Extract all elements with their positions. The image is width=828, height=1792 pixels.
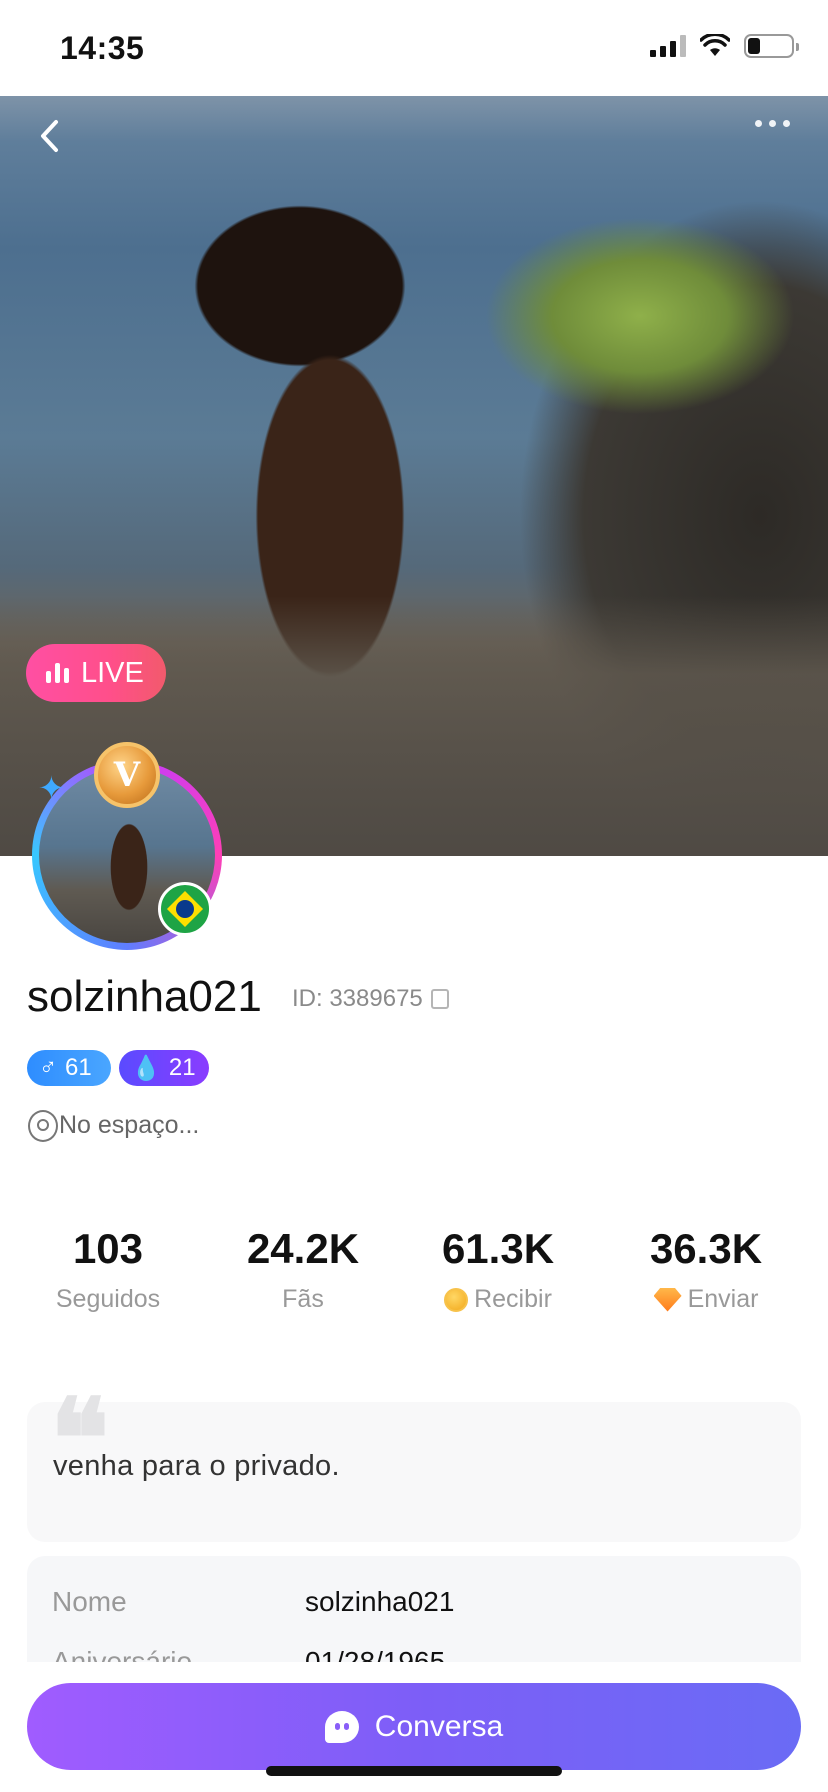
stat-received-value: 61.3K: [441, 1225, 555, 1272]
detail-name-label: Nome: [52, 1586, 127, 1617]
stat-fans-label: Fãs: [282, 1285, 324, 1313]
user-id: ID: 3389675: [292, 985, 455, 1013]
brazil-flag-icon: [158, 882, 212, 936]
vip-badge-icon: V: [94, 742, 160, 808]
battery-icon: [744, 34, 799, 58]
male-icon: ♂: [39, 1054, 57, 1081]
chat-button[interactable]: Conversa: [27, 1683, 801, 1770]
detail-name-value: solzinha021: [305, 1586, 455, 1617]
location-pin-icon: [27, 1110, 58, 1142]
user-id-text: ID: 3389675: [292, 985, 423, 1012]
live-label: LIVE: [81, 656, 144, 689]
male-badge-value: 61: [65, 1054, 92, 1081]
stat-sent[interactable]: 36.3K Enviar: [630, 1225, 782, 1314]
diamond-icon: [653, 1287, 682, 1312]
stat-sent-label: Enviar: [687, 1285, 759, 1313]
stat-following-label: Seguidos: [55, 1285, 161, 1313]
chat-bubble-icon: [324, 1710, 359, 1743]
bio-text: venha para o privado.: [53, 1450, 340, 1482]
leaf-decoration-icon: ✦: [38, 770, 65, 806]
stat-fans[interactable]: 24.2K Fãs: [228, 1225, 378, 1314]
location-text: No espaço...: [59, 1110, 200, 1139]
stats-row: 103 Seguidos 24.2K Fãs 61.3K Recibir 36.…: [0, 1225, 828, 1335]
stat-received-label: Recibir: [474, 1285, 552, 1313]
coin-icon: [444, 1287, 469, 1312]
location: No espaço...: [27, 1110, 200, 1142]
wealth-level-badge: 💧 21: [119, 1050, 209, 1086]
avatar[interactable]: ✦ V: [32, 742, 222, 950]
male-level-badge: ♂ 61: [27, 1050, 111, 1086]
status-bar: 14:35: [0, 0, 828, 96]
chat-button-label: Conversa: [374, 1709, 504, 1743]
drop-icon: 💧: [131, 1054, 161, 1082]
user-badges: ♂ 61 💧 21: [27, 1050, 209, 1086]
stat-sent-value: 36.3K: [649, 1225, 763, 1272]
level-badge-value: 21: [168, 1054, 196, 1081]
status-time: 14:35: [60, 30, 145, 66]
live-badge[interactable]: LIVE: [26, 644, 166, 702]
back-icon[interactable]: [36, 118, 72, 154]
home-indicator: [266, 1766, 562, 1776]
stat-following-value: 103: [72, 1225, 144, 1272]
username: solzinha021: [27, 972, 262, 1021]
copy-icon[interactable]: [430, 985, 455, 1009]
stat-received[interactable]: 61.3K Recibir: [420, 1225, 576, 1314]
status-icons: [650, 34, 799, 58]
live-bars-icon: [46, 663, 69, 683]
more-options-icon[interactable]: [755, 120, 790, 127]
signal-icon: [650, 35, 686, 57]
stat-fans-value: 24.2K: [246, 1225, 360, 1272]
stat-following[interactable]: 103 Seguidos: [34, 1225, 182, 1314]
wifi-icon: [700, 34, 730, 56]
